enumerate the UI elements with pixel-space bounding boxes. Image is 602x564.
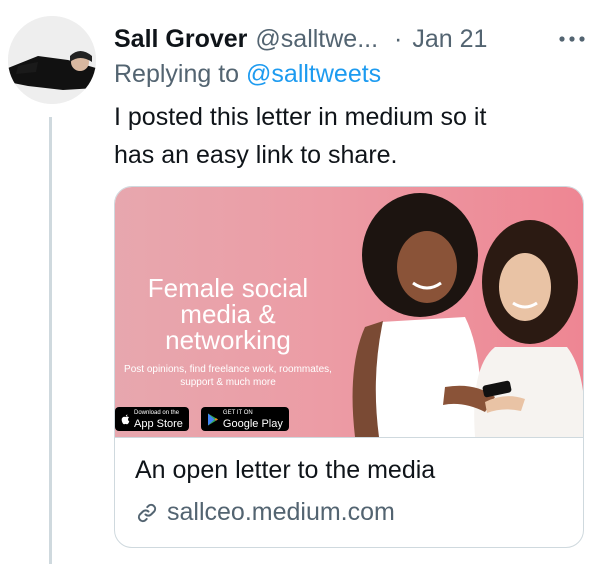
google-play-small-text: GET IT ON	[222, 409, 253, 416]
subtext-line: support & much more	[180, 377, 276, 388]
avatar-image	[8, 16, 96, 104]
card-image-subtext: Post opinions, find freelance work, room…	[115, 363, 341, 389]
replying-to: Replying to @salltweets	[114, 60, 381, 89]
google-play-icon	[207, 413, 218, 425]
headline-line: networking	[165, 325, 291, 355]
subtext-line: Post opinions, find freelance work, room…	[124, 364, 332, 375]
app-store-badge: Download on the App Store	[115, 407, 189, 431]
link-card[interactable]: Female social media & networking Post op…	[114, 186, 584, 548]
card-domain: sallceo.medium.com	[167, 498, 395, 526]
tweet-date[interactable]: Jan 21	[412, 25, 487, 54]
apple-icon	[121, 414, 130, 424]
avatar[interactable]	[8, 16, 96, 104]
replying-handle-link[interactable]: @salltweets	[246, 60, 381, 88]
replying-label: Replying to	[114, 60, 240, 88]
card-image-headline: Female social media & networking	[123, 275, 333, 353]
author-handle[interactable]: @salltwe...	[255, 25, 378, 54]
author-name[interactable]: Sall Grover	[114, 25, 247, 54]
tweet-text-line: I posted this letter in medium so it	[114, 103, 487, 131]
tweet-text-line: has an easy link to share.	[114, 141, 398, 169]
card-info[interactable]: An open letter to the media sallceo.medi…	[115, 437, 583, 547]
tweet-text: I posted this letter in medium so it has…	[114, 98, 584, 174]
store-badges: Download on the App Store GET IT ON Goog…	[115, 407, 289, 431]
app-store-big-text: App Store	[134, 417, 183, 430]
card-image[interactable]: Female social media & networking Post op…	[115, 187, 583, 437]
card-title[interactable]: An open letter to the media	[135, 456, 435, 485]
google-play-badge: GET IT ON Google Play	[200, 407, 289, 431]
thread-line	[49, 117, 52, 564]
google-play-big-text: Google Play	[222, 417, 283, 430]
more-icon[interactable]	[554, 22, 590, 56]
women-photo	[352, 193, 583, 437]
app-store-small-text: Download on the	[134, 409, 180, 416]
card-domain-row: sallceo.medium.com	[135, 498, 395, 527]
separator-dot: ·	[394, 24, 403, 53]
headline-line: media &	[180, 299, 276, 329]
headline-line: Female social	[147, 273, 309, 303]
tweet-header: Sall Grover @salltwe... · Jan 21	[114, 22, 594, 56]
link-icon	[137, 503, 157, 522]
